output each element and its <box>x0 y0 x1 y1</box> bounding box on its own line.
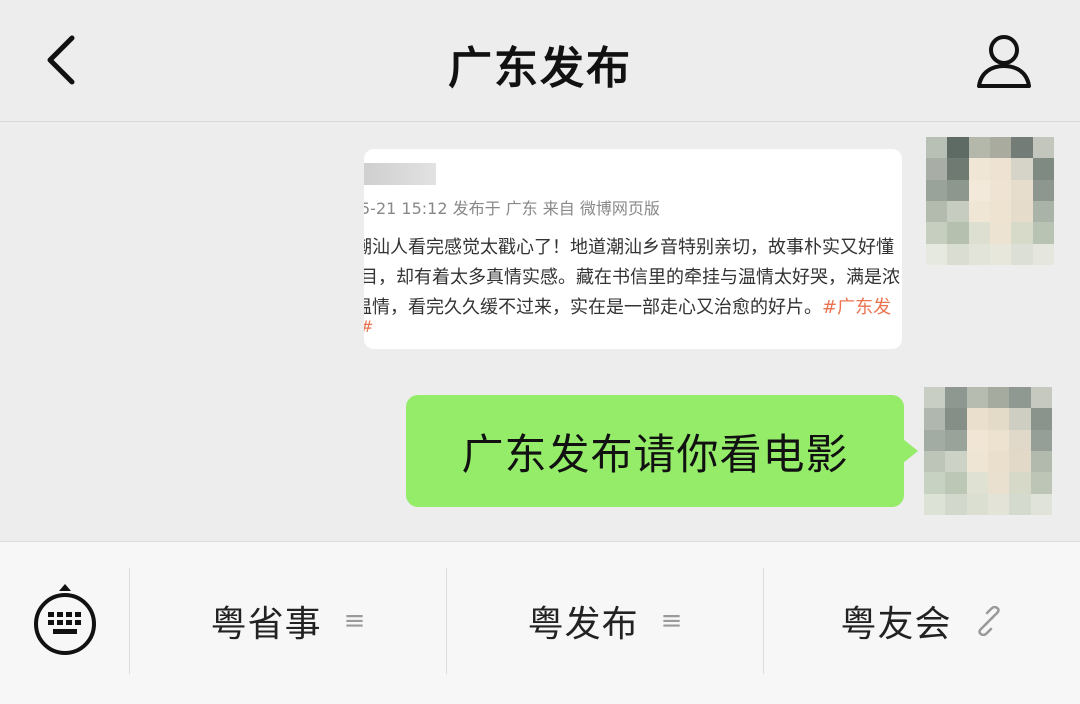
post-text-line: 温情，看完久久缓不过来，实在是一部走心又治愈的好片。#广东发 <box>364 293 891 319</box>
post-text-line: 潮汕人看完感觉太戳心了！地道潮汕乡音特别亲切，故事朴实又好懂 <box>364 237 894 258</box>
top-nav-bar: 广东发布 <box>0 0 1080 122</box>
menu-list-icon: ≡ <box>660 606 683 636</box>
menu-item-yue-you-hui[interactable]: 粤友会 <box>764 568 1080 674</box>
post-meta: 5-21 15:12 发布于 广东 来自 微博网页版 <box>364 199 660 218</box>
menu-item-label: 粤友会 <box>840 604 952 645</box>
shared-screenshot-card[interactable]: 5-21 15:12 发布于 广东 来自 微博网页版 潮汕人看完感觉太戳心了！地… <box>364 149 902 349</box>
chat-area[interactable]: 5-21 15:12 发布于 广东 来自 微博网页版 潮汕人看完感觉太戳心了！地… <box>0 123 1080 541</box>
avatar[interactable] <box>926 137 1054 265</box>
post-text: 温情，看完久久缓不过来，实在是一部走心又治愈的好片。 <box>364 297 822 318</box>
profile-button[interactable] <box>964 26 1044 96</box>
keyboard-toggle-button[interactable] <box>30 582 100 656</box>
person-icon <box>977 35 1031 88</box>
menu-list-icon: ≡ <box>343 606 366 636</box>
keyboard-icon <box>34 584 96 655</box>
menu-item-label: 粤省事 <box>210 604 322 645</box>
message-text: 广东发布请你看电影 <box>461 429 849 479</box>
link-icon <box>977 606 1000 636</box>
menu-item-yue-fa-bu[interactable]: 粤发布 ≡ <box>447 568 763 674</box>
menu-item-yue-sheng-shi[interactable]: 粤省事 ≡ <box>130 568 446 674</box>
hashtag-fragment: # <box>364 317 373 336</box>
post-text-line: 目，却有着太多真情实感。藏在书信里的牵挂与温情太好哭，满是浓 <box>364 267 900 288</box>
blurred-username <box>364 163 436 185</box>
avatar[interactable] <box>924 387 1052 515</box>
menu-item-label: 粤发布 <box>527 604 639 645</box>
chat-title: 广东发布 <box>448 43 632 94</box>
hashtag-link[interactable]: #广东发 <box>822 297 891 318</box>
official-account-menu: 粤省事 ≡ 粤发布 ≡ 粤友会 <box>0 541 1080 704</box>
message-bubble[interactable]: 广东发布请你看电影 <box>406 395 918 507</box>
